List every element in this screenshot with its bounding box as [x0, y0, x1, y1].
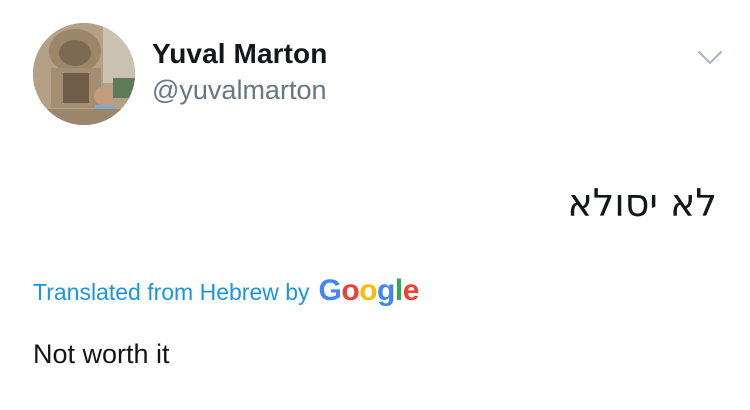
google-logo: Google — [318, 274, 420, 307]
tweet-text: לא יסולא — [567, 181, 717, 225]
translated-from-label[interactable]: Translated from Hebrew by — [33, 279, 310, 306]
author-handle[interactable]: @yuvalmarton — [152, 75, 326, 106]
tweet-menu-button[interactable] — [696, 47, 724, 67]
translated-text: Not worth it — [33, 339, 170, 369]
tweet-card: Yuval Marton @yuvalmarton לא יסולא Trans… — [0, 0, 750, 410]
avatar-photo — [33, 23, 135, 125]
translation-attribution[interactable]: Translated from Hebrew by Google — [33, 274, 419, 308]
chevron-down-icon — [697, 50, 723, 65]
author-display-name[interactable]: Yuval Marton — [152, 38, 327, 70]
avatar[interactable] — [33, 23, 135, 125]
